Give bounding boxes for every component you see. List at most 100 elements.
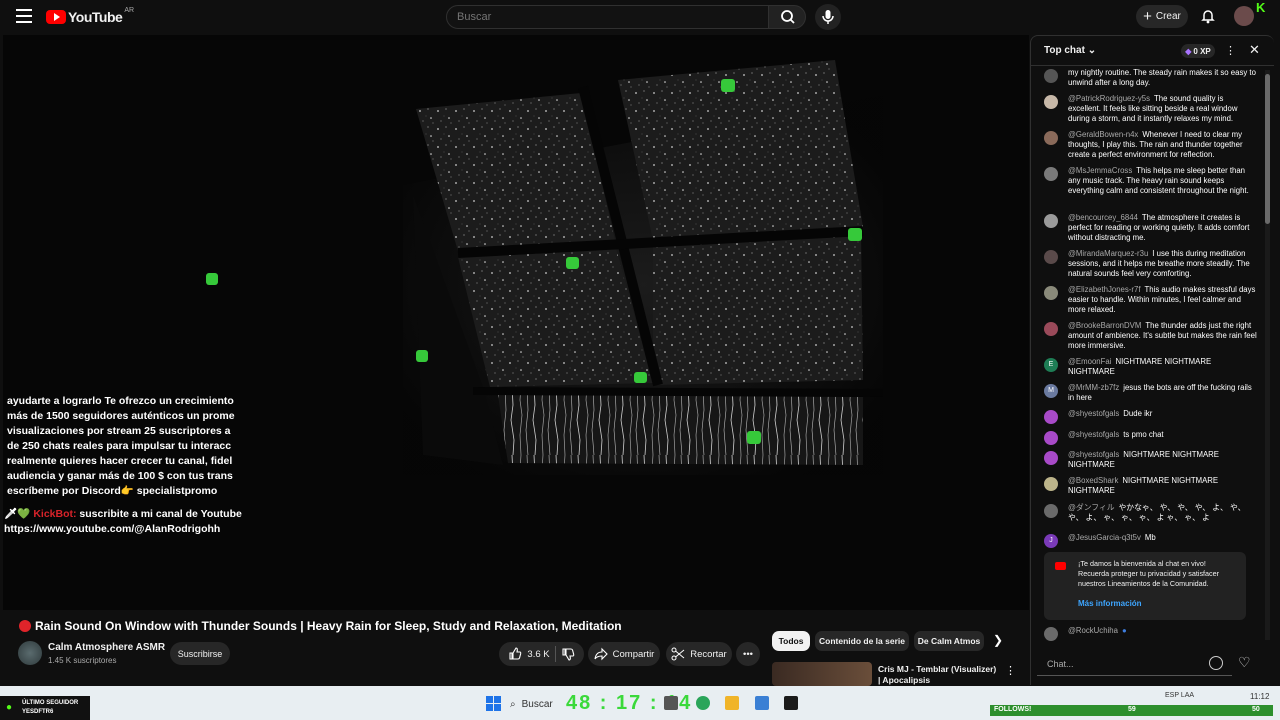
system-clock[interactable]: 11:12 [1250, 692, 1269, 701]
emoji-icon[interactable] [1209, 656, 1223, 670]
create-label: Crear [1155, 11, 1181, 22]
menu-icon[interactable] [16, 9, 32, 23]
follows-goal: 50 [1252, 706, 1260, 713]
logo-text: YouTube [68, 9, 123, 25]
message-author[interactable]: @RockUchiha [1068, 626, 1118, 635]
notifications-bell-icon[interactable] [1200, 8, 1216, 24]
divider [554, 646, 556, 662]
recommendation-thumbnail[interactable] [772, 662, 872, 686]
chat-title: Top chat [1044, 45, 1085, 56]
chat-avatar[interactable] [1044, 214, 1058, 228]
message-author[interactable]: @BrookeBarronDVM [1068, 321, 1141, 330]
chip-from-channel[interactable]: De Calm Atmos [914, 631, 984, 651]
create-button[interactable]: + Crear [1136, 5, 1188, 28]
message-author[interactable]: @GeraldBowen-n4x [1068, 130, 1138, 139]
message-author[interactable]: @EmoonFai [1068, 357, 1111, 366]
chat-input[interactable]: Chat... [1037, 654, 1232, 676]
overlay-line: más de 1500 seguidores auténticos un pro… [7, 410, 235, 422]
recommendation-title[interactable]: Cris MJ - Temblar (Visualizer) | Apocali… [878, 664, 1000, 686]
chat-avatar[interactable] [1044, 95, 1058, 109]
thumbs-up-icon[interactable] [508, 647, 522, 661]
search-button[interactable] [768, 5, 806, 29]
search-icon: ⌕ [510, 698, 516, 710]
chat-avatar[interactable] [1044, 250, 1058, 264]
youtube-icon [1055, 562, 1066, 570]
chat-avatar[interactable] [1044, 431, 1058, 445]
kickbot-icon: 🗡💚 [4, 508, 31, 520]
channel-avatar[interactable] [18, 641, 42, 665]
account-avatar[interactable] [1234, 6, 1254, 26]
like-count[interactable]: 3.6 K [527, 649, 549, 660]
clip-label: Recortar [690, 648, 727, 660]
voice-search-button[interactable] [815, 4, 841, 30]
video-player[interactable]: ayudarte a lograrlo Te ofrezco un crecim… [3, 35, 1029, 610]
message-author[interactable]: @MirandaMarquez-r3u [1068, 249, 1148, 258]
chat-avatar[interactable]: M [1044, 384, 1058, 398]
taskbar: ● ÚLTIMO SEGUIDOR YESDFTR6 ⌕ Buscar 48 :… [0, 686, 1280, 720]
chat-message: @shyestofgals NIGHTMARE NIGHTMARE NIGHTMA… [1044, 450, 1258, 470]
message-author[interactable]: @shyestofgals [1068, 430, 1119, 439]
kick-logo-icon: K [1256, 0, 1266, 15]
chat-avatar[interactable] [1044, 504, 1058, 518]
close-icon[interactable]: ✕ [1249, 42, 1260, 58]
message-author[interactable]: @bencourcey_6844 [1068, 213, 1138, 222]
message-author[interactable]: @MsJemmaCross [1068, 166, 1132, 175]
chat-avatar[interactable] [1044, 131, 1058, 145]
chat-message: @shyestofgals Dude ikr [1044, 409, 1258, 424]
chat-message: my nightly routine. The steady rain make… [1044, 68, 1258, 88]
more-actions-button[interactable]: ••• [736, 642, 760, 666]
file-explorer-icon[interactable] [725, 696, 739, 710]
chat-mode-dropdown[interactable]: Top chat ⌄ [1044, 45, 1096, 56]
overlay-line: audiencia y ganar más de 100 $ con tus t… [7, 470, 233, 482]
message-author[interactable]: @shyestofgals [1068, 450, 1119, 459]
more-vertical-icon[interactable]: ⋮ [1225, 44, 1236, 57]
share-button[interactable]: Compartir [588, 642, 660, 666]
xp-badge[interactable]: ◆ 0 XP [1181, 44, 1215, 58]
message-author[interactable]: @PatrickRodriguez-y5s [1068, 94, 1150, 103]
message-author[interactable]: @ElizabethJones-r7f [1068, 285, 1141, 294]
obs-icon[interactable] [784, 696, 798, 710]
chat-scrollbar[interactable] [1265, 70, 1270, 640]
thumbs-down-icon[interactable] [561, 647, 575, 661]
channel-name[interactable]: Calm Atmosphere ASMR [48, 642, 165, 653]
live-indicator-icon [19, 620, 31, 632]
chat-avatar[interactable] [1044, 410, 1058, 424]
chat-avatar[interactable] [1044, 477, 1058, 491]
message-author[interactable]: @shyestofgals [1068, 409, 1119, 418]
message-author[interactable]: @BoxedShark [1068, 476, 1118, 485]
subscribe-button[interactable]: Suscribirse [170, 642, 230, 665]
chip-series-content[interactable]: Contenido de la serie [815, 631, 909, 651]
video-title: Rain Sound On Window with Thunder Sounds… [19, 619, 622, 633]
overlay-line: de 250 chats reales para impulsar tu int… [7, 440, 232, 452]
chat-avatar[interactable]: J [1044, 534, 1058, 548]
heart-icon[interactable]: ♡ [1238, 654, 1251, 671]
live-chat-panel: Top chat ⌄ ◆ 0 XP ⋮ ✕ my nightly routine.… [1030, 35, 1274, 685]
scissors-icon [671, 647, 685, 661]
chip-all[interactable]: Todos [772, 631, 810, 651]
more-info-link[interactable]: Más información [1078, 599, 1142, 608]
chat-avatar[interactable] [1044, 167, 1058, 181]
chat-avatar[interactable] [1044, 451, 1058, 465]
windows-start-icon[interactable] [486, 696, 501, 711]
message-author[interactable]: @JesusGarcia-q3t5v [1068, 533, 1141, 542]
chat-avatar[interactable]: E [1044, 358, 1058, 372]
language-indicator[interactable]: ESP LAA [1165, 692, 1194, 699]
chat-avatar[interactable] [1044, 286, 1058, 300]
chat-message: @MirandaMarquez-r3u I use this during med… [1044, 249, 1258, 280]
search-input[interactable] [447, 6, 768, 28]
scrollbar-thumb[interactable] [1265, 74, 1270, 224]
task-view-icon[interactable] [664, 696, 678, 710]
chat-message: @ダンフィル やかなゃ、 や、 や、 や、 よ、 や、 や、 よ、 ゃ、 ゃ、 ゃ… [1044, 503, 1258, 523]
chat-avatar[interactable] [1044, 322, 1058, 336]
clip-button[interactable]: Recortar [666, 642, 732, 666]
message-author[interactable]: @MrMM-zb7fz [1068, 383, 1119, 392]
youtube-logo[interactable]: YouTube AR [46, 6, 135, 25]
chat-avatar[interactable] [1044, 69, 1058, 83]
chevron-right-icon[interactable]: ❯ [990, 633, 1006, 649]
app-icon[interactable] [755, 696, 769, 710]
chat-avatar[interactable] [1044, 627, 1058, 641]
message-author[interactable]: @ダンフィル [1068, 503, 1115, 512]
more-vertical-icon[interactable]: ⋮ [1005, 664, 1016, 677]
browser-icon[interactable] [696, 696, 710, 710]
region-code: AR [124, 6, 135, 14]
